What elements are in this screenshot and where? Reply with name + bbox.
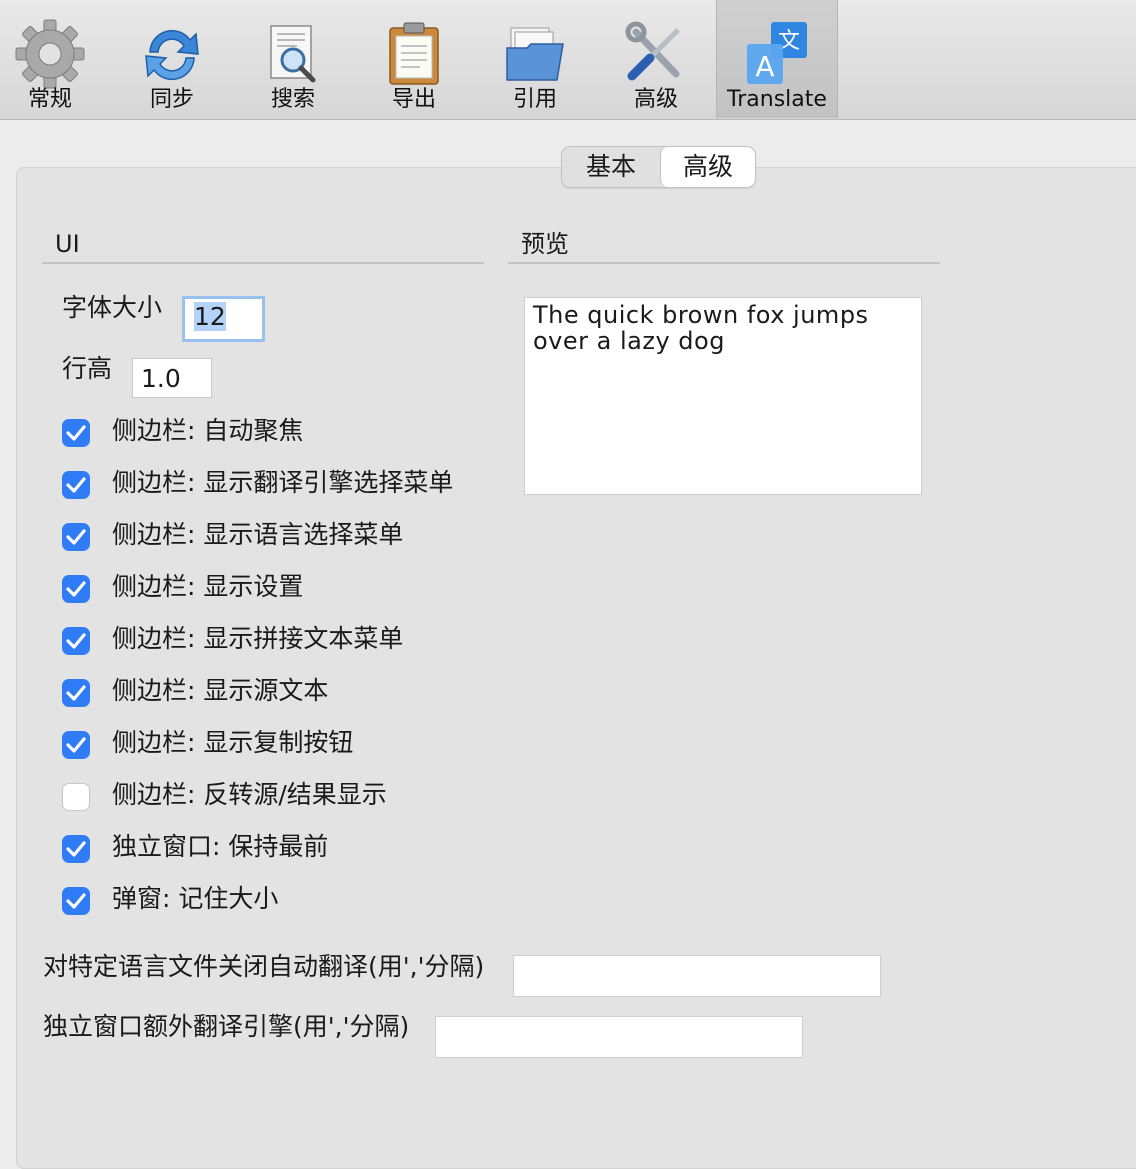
- extra-engines-label: 独立窗口额外翻译引擎(用','分隔): [43, 1012, 410, 1041]
- preview-box: The quick brown fox jumps over a lazy do…: [524, 297, 922, 495]
- line-height-input[interactable]: 1.0: [132, 358, 212, 398]
- checkbox-label: 侧边栏: 显示翻译引擎选择菜单: [112, 468, 454, 497]
- ui-section-divider: [42, 262, 484, 264]
- checkbox-label: 侧边栏: 自动聚焦: [112, 416, 304, 445]
- ui-section-title: UI: [55, 230, 80, 258]
- gear-icon: [15, 19, 85, 89]
- checkmark-icon: [66, 425, 86, 441]
- toolbar-label: 搜索: [270, 87, 315, 112]
- tab-advanced[interactable]: 高级: [660, 147, 755, 187]
- checkbox-checked[interactable]: [62, 731, 90, 759]
- checkmark-icon: [66, 581, 86, 597]
- toolbar-item-general[interactable]: 常规: [0, 0, 110, 118]
- toolbar-item-translate[interactable]: 文 A Translate: [716, 0, 838, 118]
- checkbox-label: 侧边栏: 显示语言选择菜单: [112, 520, 404, 549]
- checkbox-label: 侧边栏: 反转源/结果显示: [112, 780, 387, 809]
- checkbox-checked[interactable]: [62, 419, 90, 447]
- checkbox-label: 侧边栏: 显示拼接文本菜单: [112, 624, 404, 653]
- checkmark-icon: [66, 685, 86, 701]
- checkbox-checked[interactable]: [62, 679, 90, 707]
- tools-icon: [625, 21, 680, 81]
- toolbar-label: 同步: [149, 87, 194, 112]
- checkbox-checked[interactable]: [62, 627, 90, 655]
- preview-section-title: 预览: [521, 230, 569, 258]
- font-size-value: 12: [194, 302, 226, 331]
- checkbox-checked[interactable]: [62, 523, 90, 551]
- checkbox-label: 独立窗口: 保持最前: [112, 832, 329, 861]
- sync-icon: [145, 29, 199, 81]
- disable-auto-translate-input[interactable]: [513, 955, 881, 997]
- tab-basic[interactable]: 基本: [562, 147, 660, 187]
- checkbox-checked[interactable]: [62, 887, 90, 915]
- toolbar-item-export[interactable]: 导出: [354, 0, 474, 118]
- toolbar-label: 常规: [27, 87, 72, 112]
- checkmark-icon: [66, 477, 86, 493]
- checkmark-icon: [66, 529, 86, 545]
- clipboard-icon: [389, 22, 439, 85]
- checkmark-icon: [66, 737, 86, 753]
- toolbar-item-cite[interactable]: 引用: [475, 0, 595, 118]
- search-doc-icon: [270, 25, 316, 83]
- checkbox-label: 侧边栏: 显示源文本: [112, 676, 329, 705]
- toolbar-label: Translate: [727, 87, 827, 112]
- toolbar-item-search[interactable]: 搜索: [233, 0, 353, 118]
- toolbar-label: 导出: [391, 87, 436, 112]
- checkbox-unchecked[interactable]: [62, 783, 90, 811]
- toolbar-label: 高级: [633, 87, 678, 112]
- preferences-toolbar: 常规 同步 搜索 导出 引用 高级 文 A Translate: [0, 0, 1136, 120]
- preview-section-divider: [508, 262, 940, 264]
- checkbox-checked[interactable]: [62, 835, 90, 863]
- toolbar-item-advanced[interactable]: 高级: [596, 0, 716, 118]
- checkbox-label: 侧边栏: 显示复制按钮: [112, 728, 354, 757]
- checkmark-icon: [66, 893, 86, 909]
- checkmark-icon: [66, 633, 86, 649]
- extra-engines-input[interactable]: [435, 1016, 803, 1058]
- toolbar-label: 引用: [512, 87, 557, 112]
- checkbox-label: 侧边栏: 显示设置: [112, 572, 304, 601]
- font-size-label: 字体大小: [62, 293, 163, 322]
- svg-text:A: A: [755, 50, 774, 83]
- font-size-input[interactable]: 12: [182, 296, 265, 342]
- checkbox-label: 弹窗: 记住大小: [112, 884, 279, 913]
- line-height-label: 行高: [62, 354, 113, 383]
- checkmark-icon: [66, 841, 86, 857]
- toolbar-item-sync[interactable]: 同步: [112, 0, 232, 118]
- checkbox-checked[interactable]: [62, 575, 90, 603]
- tab-switcher: 基本 高级: [561, 146, 756, 188]
- translate-icon: 文 A: [747, 22, 807, 84]
- checkbox-checked[interactable]: [62, 471, 90, 499]
- disable-auto-translate-label: 对特定语言文件关闭自动翻译(用','分隔): [43, 952, 485, 981]
- folder-icon: [506, 27, 564, 81]
